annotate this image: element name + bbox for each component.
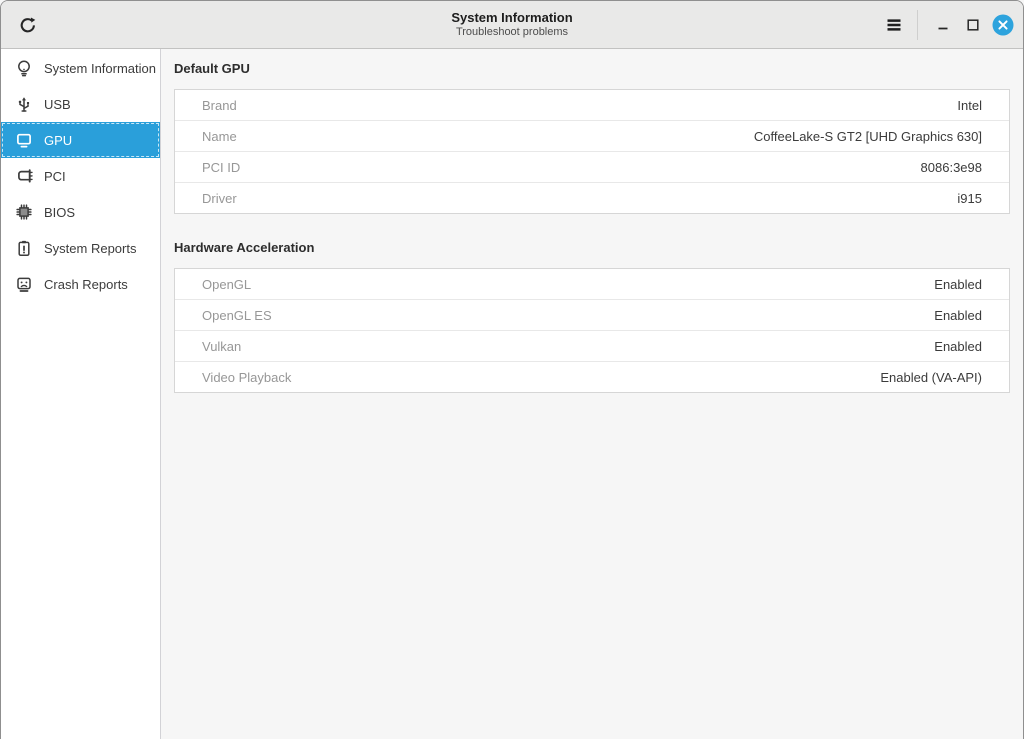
app-window: System Information Troubleshoot problems: [0, 0, 1024, 739]
sidebar-item-label: Crash Reports: [44, 277, 128, 292]
main-area: System Information USB: [1, 49, 1023, 739]
hamburger-icon: [886, 17, 902, 33]
sidebar-item-label: System Reports: [44, 241, 136, 256]
close-circle-x-icon: [992, 14, 1014, 36]
row-value: Enabled: [934, 277, 982, 292]
row-value: Intel: [957, 98, 982, 113]
row-label: Name: [202, 129, 237, 144]
row-label: Video Playback: [202, 370, 291, 385]
table-row: OpenGL ES Enabled: [175, 300, 1009, 331]
minimize-icon: [935, 17, 951, 33]
sidebar-item-pci[interactable]: PCI: [1, 158, 160, 194]
table-row: Video Playback Enabled (VA-API): [175, 362, 1009, 392]
hardware-acceleration-table: OpenGL Enabled OpenGL ES Enabled Vulkan …: [174, 268, 1010, 393]
pci-card-icon: [15, 167, 33, 185]
table-row: PCI ID 8086:3e98: [175, 152, 1009, 183]
section-title-default-gpu: Default GPU: [174, 61, 1010, 77]
row-label: PCI ID: [202, 160, 240, 175]
row-label: Vulkan: [202, 339, 241, 354]
sidebar: System Information USB: [1, 49, 161, 739]
row-label: OpenGL: [202, 277, 251, 292]
menu-button[interactable]: [879, 10, 909, 40]
sidebar-item-crash-reports[interactable]: Crash Reports: [1, 266, 160, 302]
row-value: Enabled: [934, 339, 982, 354]
row-label: OpenGL ES: [202, 308, 272, 323]
refresh-button[interactable]: [11, 8, 45, 42]
minimize-button[interactable]: [930, 12, 956, 38]
sidebar-item-label: BIOS: [44, 205, 75, 220]
maximize-icon: [965, 17, 981, 33]
window-title: System Information: [451, 10, 572, 25]
titlebar: System Information Troubleshoot problems: [1, 1, 1023, 49]
row-value: i915: [957, 191, 982, 206]
window-subtitle: Troubleshoot problems: [456, 26, 568, 39]
section-title-hardware-acceleration: Hardware Acceleration: [174, 240, 1010, 256]
sidebar-item-bios[interactable]: BIOS: [1, 194, 160, 230]
sidebar-item-system-information[interactable]: System Information: [1, 50, 160, 86]
refresh-icon: [18, 15, 38, 35]
content-pane: Default GPU Brand Intel Name CoffeeLake-…: [161, 49, 1023, 739]
monitor-icon: [15, 131, 33, 149]
titlebar-separator: [917, 10, 918, 40]
row-label: Driver: [202, 191, 237, 206]
close-button[interactable]: [990, 12, 1016, 38]
sidebar-item-system-reports[interactable]: System Reports: [1, 230, 160, 266]
crash-face-icon: [15, 275, 33, 293]
sidebar-item-usb[interactable]: USB: [1, 86, 160, 122]
row-value: CoffeeLake-S GT2 [UHD Graphics 630]: [754, 129, 982, 144]
maximize-button[interactable]: [960, 12, 986, 38]
table-row: Name CoffeeLake-S GT2 [UHD Graphics 630]: [175, 121, 1009, 152]
sidebar-item-label: System Information: [44, 61, 156, 76]
bulb-icon: [15, 59, 33, 77]
titlebar-title-block: System Information Troubleshoot problems: [1, 1, 1023, 48]
clipboard-alert-icon: [15, 239, 33, 257]
table-row: Brand Intel: [175, 90, 1009, 121]
sidebar-item-label: USB: [44, 97, 71, 112]
chip-icon: [15, 203, 33, 221]
usb-icon: [15, 95, 33, 113]
window-controls: [879, 10, 1023, 40]
row-value: Enabled: [934, 308, 982, 323]
sidebar-item-label: PCI: [44, 169, 66, 184]
row-value: Enabled (VA-API): [880, 370, 982, 385]
row-value: 8086:3e98: [921, 160, 982, 175]
sidebar-item-gpu[interactable]: GPU: [1, 122, 160, 158]
default-gpu-table: Brand Intel Name CoffeeLake-S GT2 [UHD G…: [174, 89, 1010, 214]
sidebar-item-label: GPU: [44, 133, 72, 148]
row-label: Brand: [202, 98, 237, 113]
table-row: Driver i915: [175, 183, 1009, 213]
table-row: Vulkan Enabled: [175, 331, 1009, 362]
table-row: OpenGL Enabled: [175, 269, 1009, 300]
